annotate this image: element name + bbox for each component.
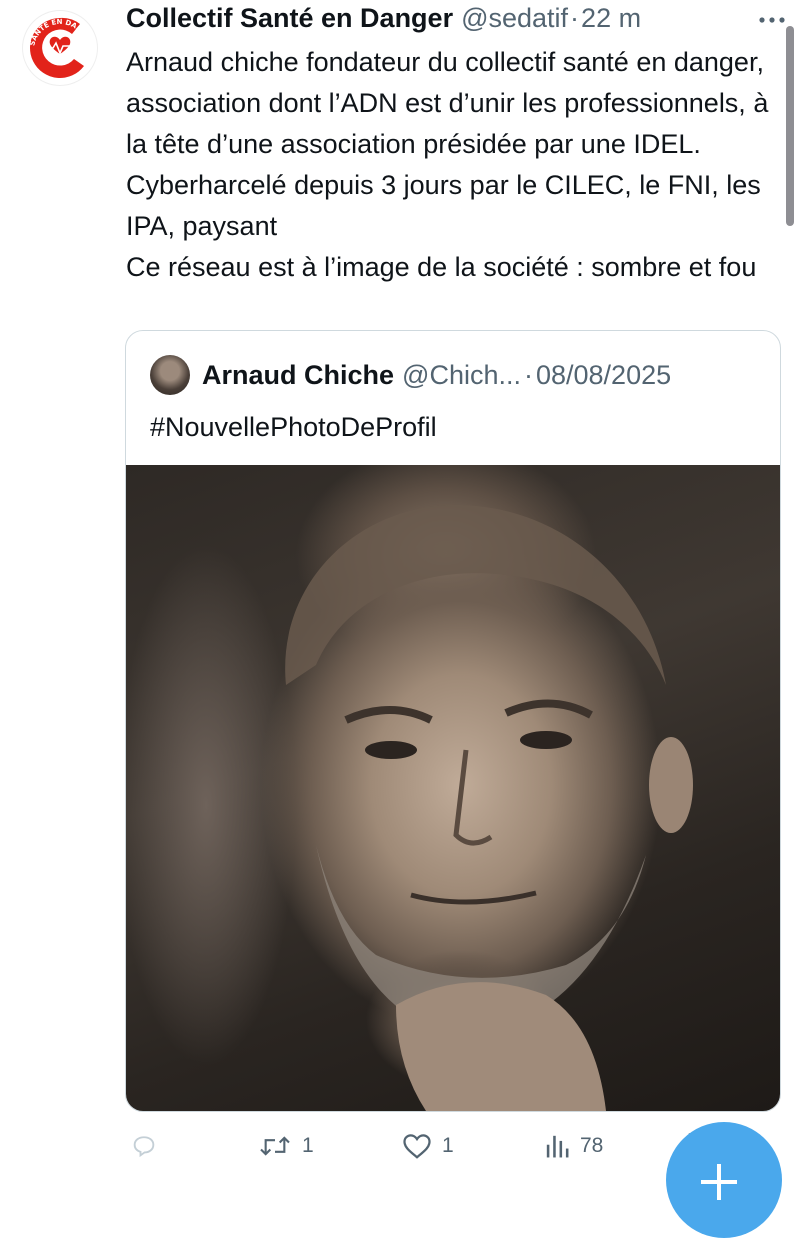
heart-icon bbox=[403, 1134, 431, 1159]
author-name[interactable]: Collectif Santé en Danger bbox=[126, 2, 453, 34]
tweet-text-paragraph-1: Arnaud chiche fondateur du collectif san… bbox=[126, 47, 769, 241]
author-avatar[interactable]: SANTÉ EN DANGER bbox=[22, 10, 98, 86]
views-icon bbox=[546, 1135, 569, 1158]
quoted-author-name: Arnaud Chiche bbox=[202, 359, 395, 390]
more-icon bbox=[759, 17, 785, 23]
like-button[interactable]: 1 bbox=[402, 1124, 454, 1168]
tweet-text: Arnaud chiche fondateur du collectif san… bbox=[126, 42, 791, 288]
quoted-tweet-card[interactable]: Arnaud Chiche @Chich... · 08/08/2025 #No… bbox=[125, 330, 781, 1112]
like-count: 1 bbox=[442, 1134, 454, 1157]
quoted-tweet-header: Arnaud Chiche @Chich... · 08/08/2025 bbox=[150, 355, 671, 395]
retweet-icon bbox=[260, 1136, 290, 1156]
views-count: 78 bbox=[580, 1134, 604, 1157]
more-options-button[interactable] bbox=[757, 8, 787, 32]
sante-en-danger-logo-icon: SANTÉ EN DANGER bbox=[24, 12, 96, 84]
compose-button[interactable] bbox=[666, 1122, 782, 1238]
reply-icon bbox=[133, 1136, 155, 1158]
quoted-tweet-date: 08/08/2025 bbox=[535, 359, 672, 390]
tweet-header: Collectif Santé en Danger @sedatif · 22 … bbox=[126, 2, 641, 34]
author-handle[interactable]: @sedatif bbox=[461, 2, 568, 34]
tweet-timestamp[interactable]: 22 m bbox=[581, 2, 641, 34]
views-button[interactable]: 78 bbox=[544, 1124, 603, 1168]
quoted-header-separator: · bbox=[523, 359, 533, 390]
header-separator: · bbox=[570, 3, 580, 33]
tweet-text-paragraph-2: Ce réseau est à l’image de la société : … bbox=[126, 252, 757, 282]
quoted-tweet-photo[interactable] bbox=[126, 465, 780, 1111]
reply-button[interactable] bbox=[130, 1124, 158, 1168]
quoted-tweet-hashtag[interactable]: #NouvellePhotoDeProfil bbox=[150, 407, 437, 447]
profile-photo-icon bbox=[285, 505, 693, 1111]
plus-icon bbox=[701, 1164, 737, 1200]
retweet-count: 1 bbox=[302, 1134, 314, 1157]
quoted-author-avatar bbox=[150, 355, 190, 395]
quoted-author-handle: @Chich... bbox=[402, 359, 521, 390]
retweet-button[interactable]: 1 bbox=[258, 1124, 314, 1168]
